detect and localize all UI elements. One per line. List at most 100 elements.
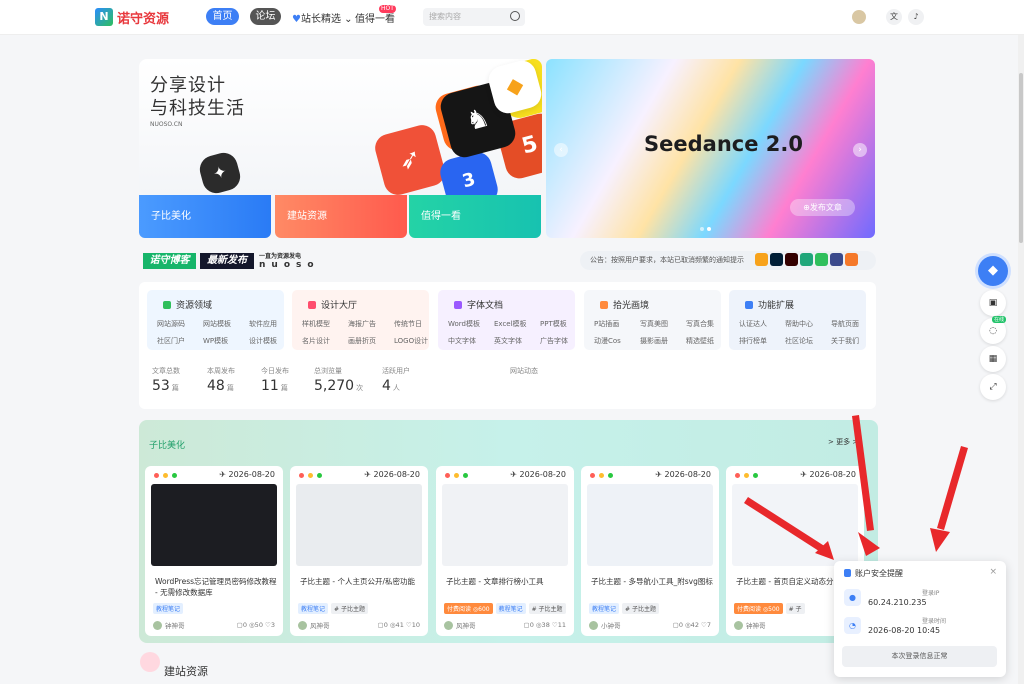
card-author[interactable]: 小钟哥 — [589, 620, 621, 630]
card-thumbnail[interactable] — [732, 484, 858, 566]
card-tag[interactable]: 教程笔记 — [589, 603, 620, 614]
blender-icon[interactable] — [845, 253, 858, 266]
nav-picks[interactable]: ♥站长精选 ⌄ — [292, 10, 353, 25]
directory-link[interactable]: 名片设计 — [302, 336, 330, 346]
card-title[interactable]: 子比主题 - 文章排行榜小工具 — [446, 576, 568, 587]
bell-icon[interactable]: ♪ — [908, 9, 924, 25]
search-icon[interactable] — [510, 11, 520, 21]
window-dot-icon — [744, 473, 749, 478]
category-build[interactable]: 建站资源 — [275, 195, 407, 238]
directory-heading[interactable]: 资源领域 — [163, 298, 212, 311]
post-card[interactable]: ✈ 2026-08-20 子比主题 - 多导航小工具_附svg图标 教程笔记 # 子比… — [581, 466, 719, 636]
directory-link[interactable]: 设计模板 — [249, 336, 277, 346]
directory-link[interactable]: 认证达人 — [739, 319, 767, 329]
category-zibi[interactable]: 子比美化 — [139, 195, 271, 238]
nav-forum[interactable]: 论坛 — [250, 8, 281, 25]
directory-link[interactable]: 网站模板 — [203, 319, 231, 329]
card-tag[interactable]: # 子 — [785, 603, 805, 614]
card-thumbnail[interactable] — [442, 484, 568, 566]
directory-link[interactable]: 传统节日 — [394, 319, 422, 329]
card-thumbnail[interactable] — [587, 484, 713, 566]
directory-link[interactable]: 动漫Cos — [594, 336, 621, 346]
close-icon[interactable]: × — [989, 567, 997, 577]
brand-strip: 诺守博客 最新发布 一直为资源发电 nuoso — [143, 251, 348, 271]
calendar-icon[interactable]: ▣ — [980, 290, 1006, 316]
prev-arrow-icon[interactable]: ‹ — [554, 143, 568, 157]
hero-banner[interactable]: 分享设计 与科技生活 NUOSO.CN ➶ Ai 5 JS 3 ♞ ◆ ✦ — [139, 59, 542, 195]
nav-home[interactable]: 首页 — [206, 8, 239, 25]
notice-text: 公告：按照用户要求，本站已取消频繁的通知提示 — [590, 256, 744, 264]
directory-heading[interactable]: 设计大厅 — [308, 298, 357, 311]
directory-heading[interactable]: 功能扩展 — [745, 298, 794, 311]
directory-link[interactable]: 社区论坛 — [785, 336, 813, 346]
search-input[interactable]: 搜索内容 — [423, 8, 525, 26]
directory-link[interactable]: 海报广告 — [348, 319, 376, 329]
publish-button[interactable]: ⊕发布文章 — [790, 199, 855, 216]
directory-link[interactable]: Word模板 — [448, 319, 480, 329]
directory-link[interactable]: 关于我们 — [831, 336, 859, 346]
expand-icon[interactable]: ⤢ — [980, 374, 1006, 400]
card-author[interactable]: 钟神哥 — [153, 620, 185, 630]
card-title[interactable]: 子比主题 - 多导航小工具_附svg图标 — [591, 576, 713, 587]
photoshop-icon[interactable] — [770, 253, 783, 266]
card-tag[interactable]: 教程笔记 — [153, 603, 184, 614]
illustrator-icon[interactable] — [785, 253, 798, 266]
directory-link[interactable]: 中文字体 — [448, 336, 476, 346]
app-icon[interactable] — [815, 253, 828, 266]
slider-dots[interactable] — [700, 227, 711, 231]
scrollbar-thumb[interactable] — [1019, 73, 1023, 243]
directory-link[interactable]: Excel模板 — [494, 319, 527, 329]
category-worth[interactable]: 值得一看 — [409, 195, 541, 238]
next-arrow-icon[interactable]: › — [853, 143, 867, 157]
post-card[interactable]: ✈ 2026-08-20 子比主题 - 文章排行榜小工具 付费阅读 ◎600 教程笔记… — [436, 466, 574, 636]
card-title[interactable]: WordPress忘记管理员密码修改教程 - 无需修改数据库 — [155, 576, 277, 598]
app-icon[interactable] — [800, 253, 813, 266]
directory-link[interactable]: 写真美图 — [640, 319, 668, 329]
hero-slider[interactable]: Seedance 2.0 ⊕发布文章 ‹ › — [546, 59, 875, 238]
card-title[interactable]: 子比主题 - 个人主页公开/私密功能 — [300, 576, 422, 587]
section-title: 子比美化 — [149, 441, 186, 451]
card-tag[interactable]: 教程笔记 — [495, 603, 526, 614]
post-card[interactable]: ✈ 2026-08-20 WordPress忘记管理员密码修改教程 - 无需修改数… — [145, 466, 283, 636]
directory-link[interactable]: 写真合集 — [686, 319, 714, 329]
card-author[interactable]: 风神哥 — [444, 620, 476, 630]
window-dot-icon — [308, 473, 313, 478]
card-thumbnail[interactable] — [151, 484, 277, 566]
directory-link[interactable]: 社区门户 — [157, 336, 185, 346]
directory-link[interactable]: 排行榜单 — [739, 336, 767, 346]
directory-link[interactable]: 样机模型 — [302, 319, 330, 329]
sketch-icon[interactable] — [755, 253, 768, 266]
directory-link[interactable]: 帮助中心 — [785, 319, 813, 329]
card-tag[interactable]: 教程笔记 — [298, 603, 329, 614]
directory-link[interactable]: 摄影画册 — [640, 336, 668, 346]
app-icon[interactable] — [830, 253, 843, 266]
directory-link[interactable]: WP模板 — [203, 336, 228, 346]
directory-link[interactable]: 英文字体 — [494, 336, 522, 346]
avatar[interactable] — [852, 10, 866, 24]
site-logo[interactable]: N 诺守资源 — [95, 6, 169, 28]
directory-link[interactable]: 网站源码 — [157, 319, 185, 329]
translate-icon[interactable]: 文 — [886, 9, 902, 25]
directory-link[interactable]: LOGO设计 — [394, 336, 428, 346]
directory-link[interactable]: 精选壁纸 — [686, 336, 714, 346]
card-author[interactable]: 风神哥 — [298, 620, 330, 630]
directory-link[interactable]: 画册折页 — [348, 336, 376, 346]
directory-link[interactable]: P站插画 — [594, 319, 619, 329]
directory-heading[interactable]: 拾光画境 — [600, 298, 649, 311]
card-tag[interactable]: # 子比主题 — [331, 603, 368, 614]
directory-link[interactable]: 导航页面 — [831, 319, 859, 329]
scrollbar[interactable] — [1018, 35, 1024, 684]
diamond-icon[interactable]: ◆ — [978, 256, 1008, 286]
card-author[interactable]: 钟神哥 — [734, 620, 766, 630]
more-link[interactable]: > 更多 > — [828, 437, 858, 447]
directory-link[interactable]: 软件应用 — [249, 319, 277, 329]
directory-link[interactable]: PPT模板 — [540, 319, 567, 329]
confirm-button[interactable]: 本次登录信息正常 — [842, 646, 997, 667]
card-tag[interactable]: # 子比主题 — [622, 603, 659, 614]
qrcode-icon[interactable]: ▦ — [980, 346, 1006, 372]
post-card[interactable]: ✈ 2026-08-20 子比主题 - 个人主页公开/私密功能 教程笔记 # 子比主题… — [290, 466, 428, 636]
directory-heading[interactable]: 字体文档 — [454, 298, 503, 311]
card-thumbnail[interactable] — [296, 484, 422, 566]
directory-link[interactable]: 广告字体 — [540, 336, 568, 346]
card-tag[interactable]: # 子比主题 — [528, 603, 566, 614]
